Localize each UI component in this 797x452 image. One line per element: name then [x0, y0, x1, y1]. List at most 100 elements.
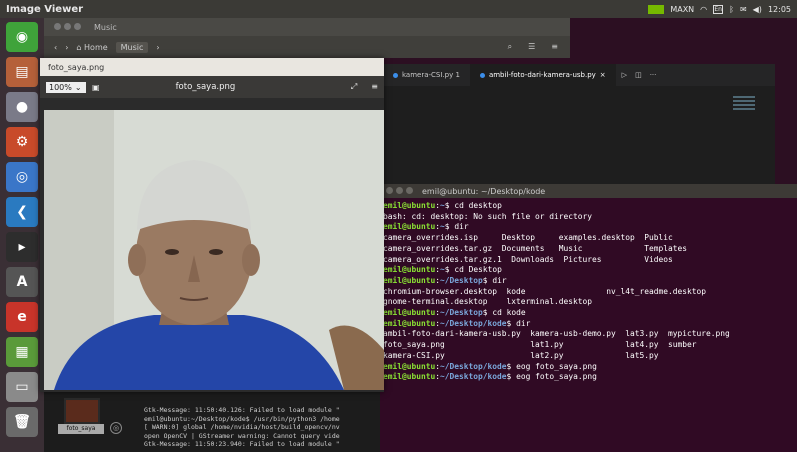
- trash-icon[interactable]: 🗑: [6, 407, 38, 437]
- keyboard-icon[interactable]: En: [713, 4, 724, 14]
- image-thumbnail[interactable]: [64, 398, 100, 424]
- view-icon[interactable]: ☰: [528, 42, 535, 52]
- software-icon[interactable]: A: [6, 267, 38, 297]
- vscode-tab-active[interactable]: ambil-foto-dari-kamera-usb.py ×: [469, 64, 616, 86]
- ubuntu-logo-icon[interactable]: ◉: [6, 22, 38, 52]
- photo: [44, 110, 384, 390]
- bottom-terminal-line: emil@ubuntu:~/Desktop/kode$ /usr/bin/pyt…: [144, 414, 340, 423]
- command-text: dir: [492, 275, 507, 285]
- bottom-terminal-line: open OpenCV | GStreamer warning: Cannot …: [144, 431, 340, 440]
- clock[interactable]: 12:05: [768, 5, 791, 14]
- bluetooth-icon[interactable]: ᛒ: [729, 5, 734, 14]
- run-icon[interactable]: ▷: [622, 71, 627, 79]
- close-icon[interactable]: ×: [600, 71, 606, 79]
- terminal-output[interactable]: emil@ubuntu:~$ cd desktop bash: cd: deskt…: [380, 198, 797, 386]
- terminal-line: camera_overrides.isp Desktop examples.de…: [383, 233, 794, 244]
- drive-icon[interactable]: ▭: [6, 372, 38, 402]
- back-icon[interactable]: ‹: [54, 43, 57, 52]
- command-text: dir: [516, 318, 531, 328]
- left-eye: [165, 249, 179, 255]
- bottom-terminal-line: Gtk-Message: 11:50:23.940: Failed to loa…: [144, 440, 340, 449]
- terminal-window[interactable]: emil@ubuntu: ~/Desktop/kode emil@ubuntu:…: [380, 184, 797, 452]
- menu-icon[interactable]: ≡: [371, 82, 378, 92]
- terminal-line: camera_overrides.tar.gz.1 Downloads Pict…: [383, 255, 794, 266]
- fullscreen-icon[interactable]: ⤢: [351, 82, 357, 92]
- settings-icon[interactable]: ⚙: [6, 127, 38, 157]
- circle-icon[interactable]: ◎: [110, 422, 122, 434]
- prompt-user: emil@ubuntu: [383, 308, 436, 318]
- chromium-icon[interactable]: ◎: [6, 162, 38, 192]
- chevron-down-icon: ⌄: [74, 82, 82, 92]
- output-text: chromium-browser.desktop kode nv_l4t_rea…: [383, 286, 707, 296]
- menu-icon[interactable]: ≡: [551, 42, 558, 52]
- music-window-titlebar[interactable]: Music: [44, 18, 570, 36]
- nvidia-icon[interactable]: [648, 4, 665, 14]
- viewer-window-title: foto_saya.png: [48, 62, 105, 72]
- vscode-tab[interactable]: kamera-CSI.py 1: [383, 64, 470, 86]
- viewer-titlebar[interactable]: foto_saya.png: [40, 58, 384, 76]
- command-text: cd Desktop: [454, 265, 502, 275]
- prompt-path: ~/Desktop/kode: [440, 372, 507, 382]
- disk-icon[interactable]: ●: [6, 92, 38, 122]
- photo-canvas[interactable]: [44, 110, 384, 390]
- command-text: eog foto_saya.png: [516, 361, 597, 371]
- output-text: camera_overrides.tar.gz Documents Music …: [383, 243, 688, 253]
- terminal-line: emil@ubuntu:~$ cd desktop: [383, 201, 502, 210]
- power-mode-label[interactable]: MAXN: [670, 5, 694, 14]
- terminal-line: bash: cd: desktop: No such file or direc…: [383, 212, 794, 223]
- terminal-line: ambil-foto-dari-kamera-usb.py kamera-usb…: [383, 329, 794, 340]
- right-ear: [242, 244, 260, 276]
- prompt-user: emil@ubuntu: [383, 361, 436, 371]
- system-tray[interactable]: MAXN ◠ En ᛒ ✉ ◀) 12:05: [648, 4, 791, 14]
- command-text: cd desktop: [454, 201, 502, 210]
- bottom-terminal-panel[interactable]: foto_saya ◎ Gtk-Message: 11:50:40.126: F…: [44, 392, 380, 452]
- prompt-user: emil@ubuntu: [383, 372, 436, 382]
- command-text: cd kode: [492, 308, 526, 318]
- vscode-editor[interactable]: [383, 86, 775, 186]
- split-editor-icon[interactable]: ◫: [635, 71, 642, 79]
- terminal-line: foto_saya.png lat1.py lat4.py sumber: [383, 340, 794, 351]
- fit-icon[interactable]: ▣: [92, 83, 100, 92]
- music-window: Music ‹ › ⌂ Home Music › ⌕ ☰ ≡: [44, 18, 570, 58]
- terminal-line: emil@ubuntu:~/Desktop/kode$ eog foto_say…: [383, 361, 597, 371]
- terminal-line: chromium-browser.desktop kode nv_l4t_rea…: [383, 287, 794, 298]
- left-ear: [128, 244, 146, 276]
- image-viewer-icon[interactable]: ▦: [6, 337, 38, 367]
- minimap[interactable]: [733, 96, 755, 110]
- mail-icon[interactable]: ✉: [740, 5, 747, 14]
- vscode-icon[interactable]: ❮: [6, 197, 38, 227]
- browser-icon[interactable]: e: [6, 302, 38, 332]
- terminal-title: emil@ubuntu: ~/Desktop/kode: [422, 186, 546, 196]
- bottom-terminal-line: Gtk-Message: 11:50:40.126: Failed to loa…: [144, 406, 340, 414]
- prompt-user: emil@ubuntu: [383, 318, 436, 328]
- output-text: gnome-terminal.desktop lxterminal.deskto…: [383, 297, 593, 307]
- terminal-line: emil@ubuntu:~/Desktop/kode$ eog foto_say…: [383, 372, 597, 382]
- window-controls[interactable]: [386, 186, 416, 196]
- zoom-select[interactable]: 100% ⌄: [46, 81, 86, 93]
- terminal-icon[interactable]: ▸: [6, 232, 38, 262]
- chevron-right-icon[interactable]: ›: [156, 43, 159, 52]
- thumbnail-label: foto_saya: [58, 424, 104, 434]
- breadcrumb-home[interactable]: ⌂ Home: [76, 43, 107, 52]
- wifi-icon[interactable]: ◠: [700, 5, 707, 14]
- forward-icon[interactable]: ›: [65, 43, 68, 52]
- prompt-path: ~/Desktop: [440, 308, 483, 318]
- files-icon[interactable]: ▤: [6, 57, 38, 87]
- terminal-line: emil@ubuntu:~$ dir: [383, 222, 469, 232]
- search-icon[interactable]: ⌕: [508, 42, 512, 52]
- launcher: ◉ ▤ ● ⚙ ◎ ❮ ▸ Ae ▦ ▭ 🗑: [0, 18, 44, 452]
- breadcrumb-current[interactable]: Music: [115, 41, 149, 53]
- terminal-titlebar[interactable]: emil@ubuntu: ~/Desktop/kode: [380, 184, 797, 198]
- window-controls[interactable]: [54, 22, 84, 32]
- bottom-terminal-output[interactable]: Gtk-Message: 11:50:40.126: Failed to loa…: [144, 406, 380, 449]
- prompt-path: ~/Desktop/kode: [440, 318, 507, 328]
- prompt-path: ~/Desktop/kode: [440, 361, 507, 371]
- more-icon[interactable]: ···: [650, 71, 657, 79]
- volume-icon[interactable]: ◀): [753, 5, 762, 14]
- terminal-line: emil@ubuntu:~$ cd Desktop: [383, 265, 502, 275]
- terminal-line: emil@ubuntu:~/Desktop/kode$ dir: [383, 318, 531, 328]
- command-text: eog foto_saya.png: [516, 372, 597, 382]
- viewer-tools: ⤢ ≡: [351, 82, 378, 92]
- terminal-line: emil@ubuntu:~/Desktop$ dir: [383, 275, 507, 285]
- prompt-user: emil@ubuntu: [383, 201, 436, 210]
